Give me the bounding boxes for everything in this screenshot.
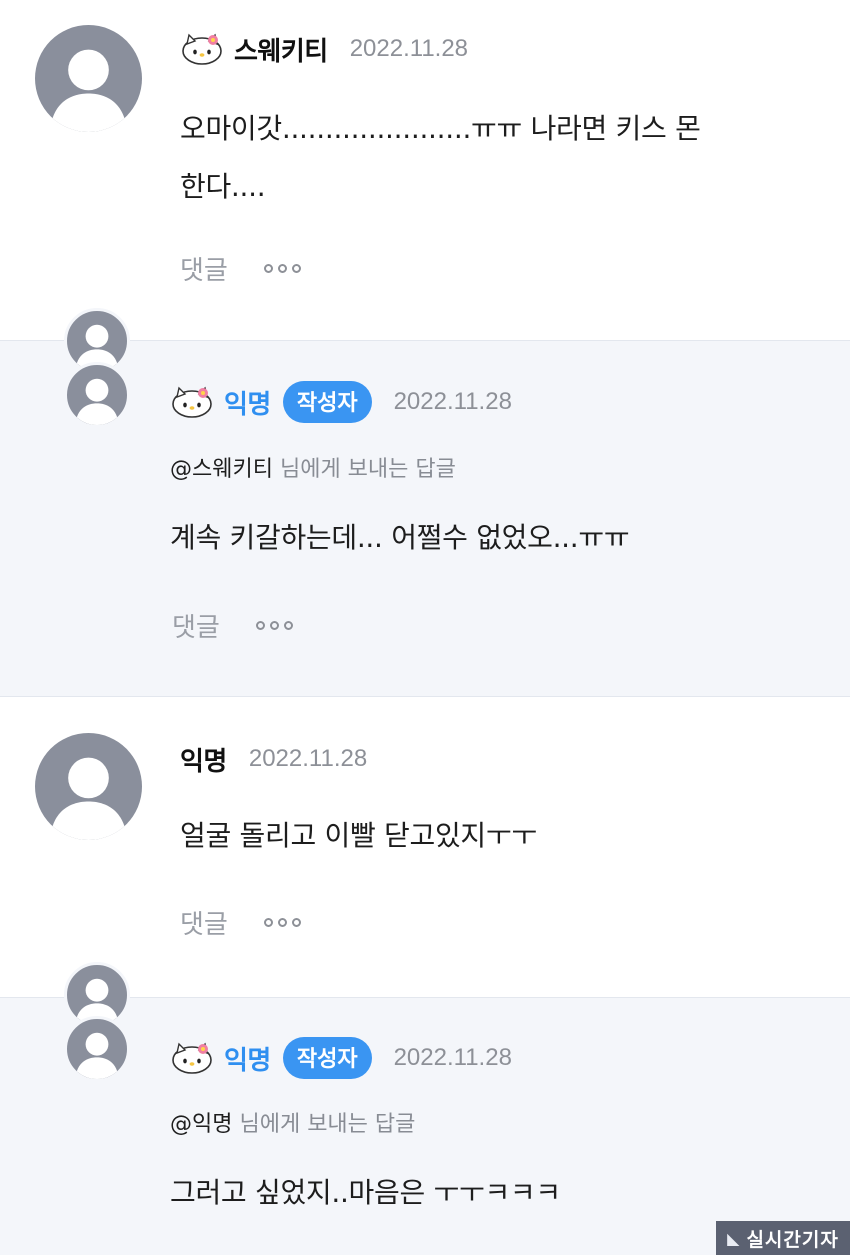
- hello-kitty-icon: [172, 1042, 212, 1074]
- mention-suffix: 님에게 보내는 답글: [232, 1112, 416, 1137]
- more-dots-icon[interactable]: [263, 918, 301, 927]
- mention-target[interactable]: @스웨키티: [170, 457, 273, 482]
- comment-author[interactable]: 스웨키티: [234, 31, 328, 68]
- comment-item: 익명 2022.11.28 얼굴 돌리고 이빨 닫고있지ㅜㅜ 댓글: [0, 697, 850, 997]
- reply-button[interactable]: 댓글: [180, 904, 228, 941]
- comment-text: 계속 키갈하는데... 어쩔수 없었오...ㅠㅠ: [170, 521, 630, 554]
- comment-author[interactable]: 익명: [224, 1040, 271, 1077]
- mention-target[interactable]: @익명: [170, 1112, 232, 1137]
- default-user-avatar-icon[interactable]: [35, 25, 142, 132]
- comment-text-line: 한다....: [180, 170, 266, 203]
- comment-date: 2022.11.28: [393, 1044, 512, 1071]
- author-badge: 작성자: [282, 1037, 372, 1079]
- more-dots-icon[interactable]: [263, 264, 301, 273]
- reply-mention: @익명 님에게 보내는 답글: [170, 1106, 415, 1138]
- reply-button[interactable]: 댓글: [180, 250, 228, 287]
- more-dots-icon[interactable]: [255, 621, 293, 630]
- watermark-logo-icon: ◣: [727, 1228, 741, 1248]
- mention-suffix: 님에게 보내는 답글: [272, 457, 456, 482]
- author-badge: 작성자: [282, 381, 372, 423]
- comment-date: 2022.11.28: [248, 745, 368, 772]
- reply-button[interactable]: 댓글: [172, 607, 220, 644]
- default-user-avatar-icon[interactable]: [35, 733, 142, 840]
- watermark: ◣ 실시간기자: [716, 1221, 850, 1255]
- reply-mention: @스웨키티 님에게 보내는 답글: [170, 451, 456, 483]
- comment-date: 2022.11.28: [349, 35, 469, 62]
- hello-kitty-icon: [172, 386, 212, 418]
- comment-text: 오마이갓......................ㅠㅠ 나라면 키스 몬 한다…: [180, 100, 701, 216]
- default-user-avatar-icon[interactable]: [64, 362, 130, 428]
- comment-date: 2022.11.28: [393, 388, 512, 415]
- comment-text: 얼굴 돌리고 이빨 닫고있지ㅜㅜ: [180, 819, 537, 852]
- comment-author[interactable]: 익명: [224, 384, 271, 421]
- watermark-text: 실시간기자: [746, 1228, 839, 1251]
- comment-text: 그러고 싶었지..마음은 ㅜㅜㅋㅋㅋ: [170, 1176, 561, 1209]
- comment-text-line: 오마이갓......................ㅠㅠ 나라면 키스 몬: [180, 112, 701, 145]
- default-user-avatar-icon[interactable]: [64, 1016, 130, 1082]
- comment-item: 스웨키티 2022.11.28 오마이갓....................…: [0, 0, 850, 340]
- hello-kitty-icon: [182, 33, 222, 65]
- comment-author[interactable]: 익명: [180, 741, 227, 778]
